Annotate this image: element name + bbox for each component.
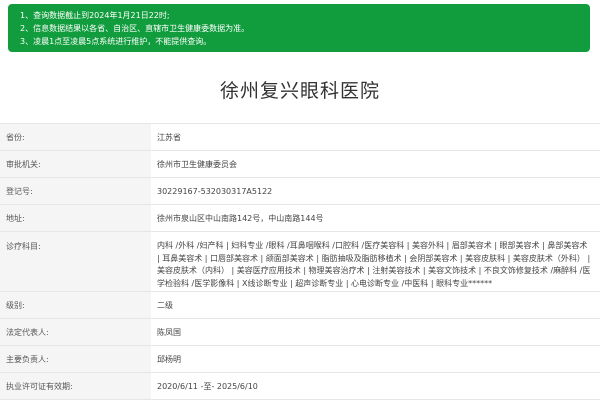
- row-level: 级别: 二级: [0, 292, 600, 319]
- row-legal-representative: 法定代表人: 陈凤国: [0, 319, 600, 346]
- row-address: 地址: 徐州市泉山区中山南路142号，中山南路144号: [0, 205, 600, 232]
- value-registration-number: 30229167-532030317A5122: [157, 186, 273, 196]
- value-legal-representative: 陈凤国: [157, 327, 181, 337]
- value-approval-authority: 徐州市卫生健康委员会: [157, 159, 237, 169]
- row-registration-number: 登记号: 30229167-532030317A5122: [0, 178, 600, 205]
- hospital-name-title: 徐州复兴眼科医院: [219, 80, 380, 102]
- row-license-validity: 执业许可证有效期: 2020/6/11 -至- 2025/6/10: [0, 373, 600, 400]
- label-address: 地址:: [0, 205, 151, 231]
- label-principal: 主要负责人:: [0, 346, 151, 372]
- row-approval-authority: 审批机关: 徐州市卫生健康委员会: [0, 151, 600, 178]
- query-notice-banner: 1、查询数据截止到2024年1月21日22时; 2、信息数据结果以各省、自治区、…: [8, 4, 590, 52]
- notice-line-2: 2、信息数据结果以各省、自治区、直辖市卫生健康委数据为准。: [20, 24, 250, 33]
- row-departments: 诊疗科目: 内科 /外科 /妇产科 | 妇科专业 /眼科 /耳鼻咽喉科 /口腔科…: [0, 232, 600, 292]
- row-principal: 主要负责人: 邱杨明: [0, 346, 600, 373]
- value-province: 江苏省: [157, 132, 181, 142]
- label-license-validity: 执业许可证有效期:: [0, 373, 151, 399]
- value-level: 二级: [157, 300, 173, 310]
- value-address: 徐州市泉山区中山南路142号，中山南路144号: [157, 213, 324, 223]
- label-approval-authority: 审批机关:: [0, 151, 151, 177]
- label-registration-number: 登记号:: [0, 178, 151, 204]
- value-departments: 内科 /外科 /妇产科 | 妇科专业 /眼科 /耳鼻咽喉科 /口腔科 /医疗美容…: [157, 241, 591, 288]
- label-departments: 诊疗科目:: [0, 232, 151, 291]
- value-license-validity: 2020/6/11 -至- 2025/6/10: [157, 381, 258, 391]
- row-province: 省份: 江苏省: [0, 124, 600, 151]
- label-level: 级别:: [0, 292, 151, 318]
- label-province: 省份:: [0, 124, 151, 150]
- label-legal-representative: 法定代表人:: [0, 319, 151, 345]
- value-principal: 邱杨明: [157, 354, 181, 364]
- hospital-info-table: 省份: 江苏省 审批机关: 徐州市卫生健康委员会 登记号: 30229167-5…: [0, 123, 600, 400]
- notice-line-3: 3、凌晨1点至凌晨5点系统进行维护，不能提供查询。: [20, 37, 212, 46]
- notice-line-1: 1、查询数据截止到2024年1月21日22时;: [20, 11, 170, 20]
